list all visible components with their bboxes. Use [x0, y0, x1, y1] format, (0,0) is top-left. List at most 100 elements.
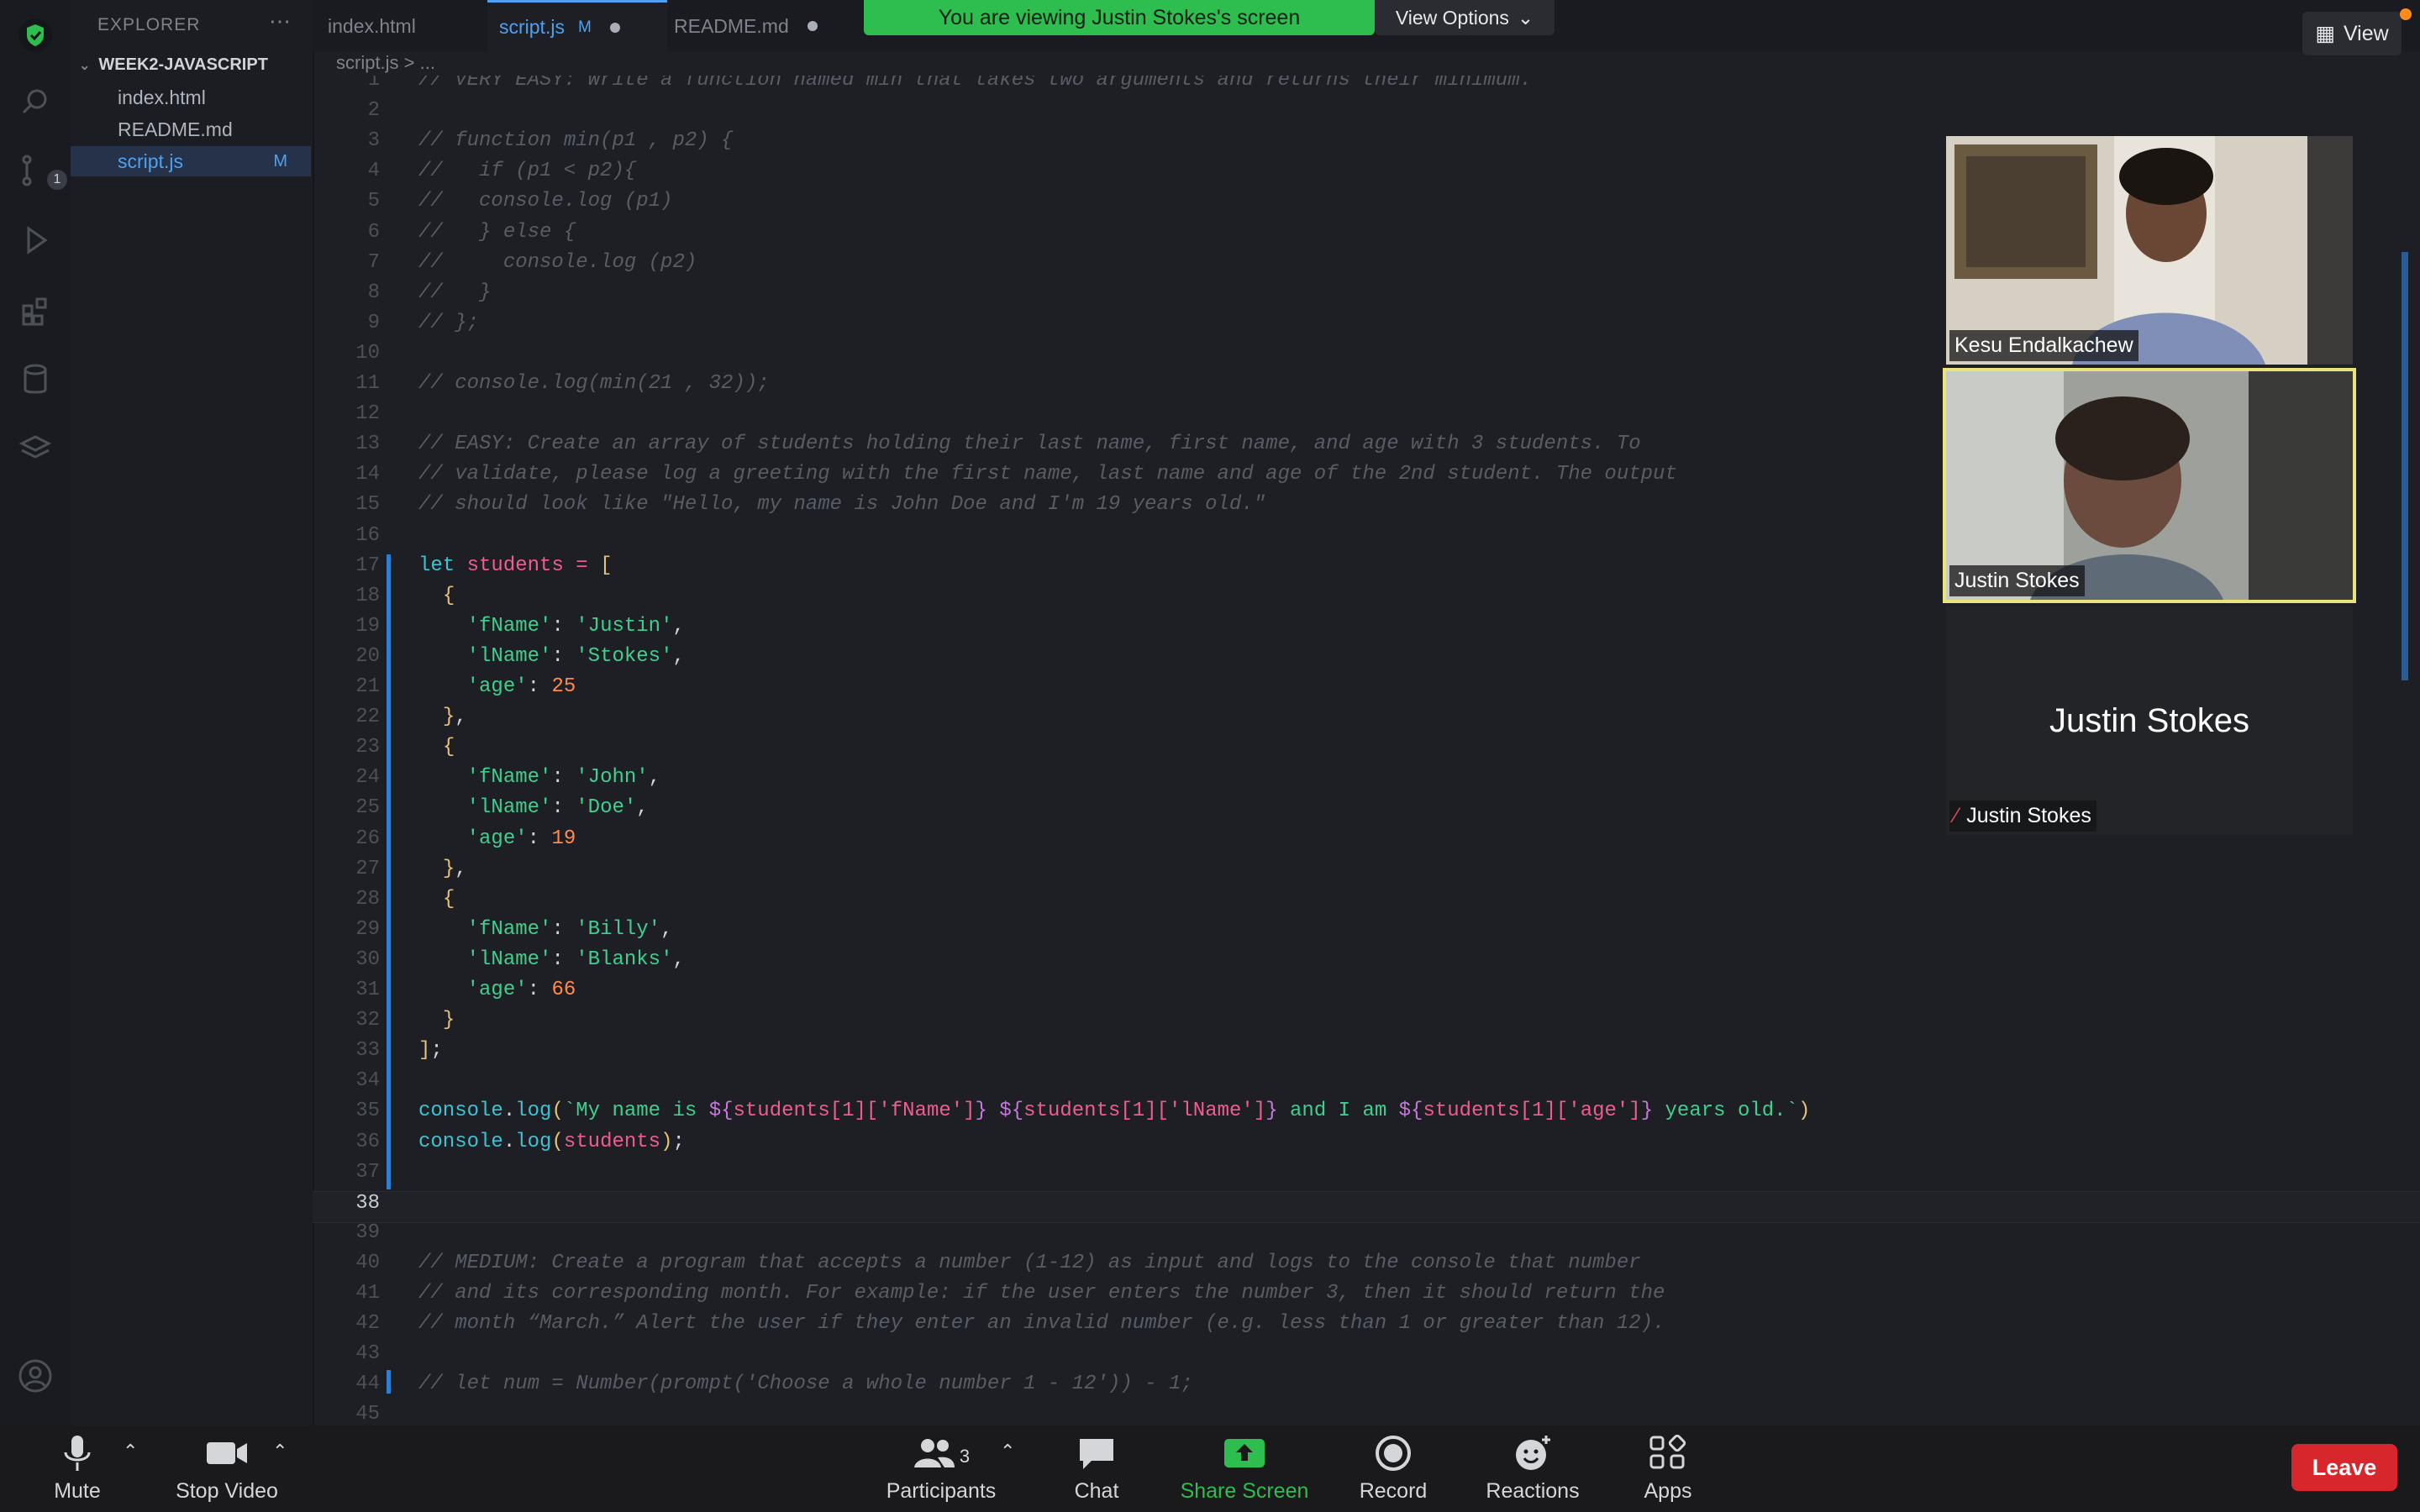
shield-logo-icon[interactable] [15, 15, 55, 55]
apps-label: Apps [1644, 1479, 1692, 1503]
line-number: 29 [355, 918, 380, 941]
code-text: console.log(students); [418, 1131, 685, 1153]
code-line[interactable]: 2 [313, 99, 2420, 129]
file-label: index.html [118, 86, 206, 108]
line-number: 42 [355, 1312, 380, 1335]
code-line[interactable]: 32 } [313, 1009, 2420, 1039]
line-number: 37 [355, 1161, 380, 1184]
record-icon [1376, 1436, 1411, 1471]
code-line[interactable]: 35 console.log(`My name is ${students[1][… [313, 1100, 2420, 1130]
modified-badge: M [577, 18, 592, 36]
line-number: 39 [355, 1221, 380, 1244]
code-text: }, [442, 858, 467, 880]
view-options-label: View Options [1395, 6, 1509, 29]
line-number: 31 [355, 979, 380, 1001]
run-debug-icon[interactable] [15, 220, 55, 260]
chat-button[interactable]: Chat [1067, 1434, 1126, 1508]
code-text: // should look like "Hello, my name is J… [418, 493, 1266, 516]
view-button[interactable]: ▦ View [2302, 12, 2402, 55]
breadcrumb[interactable]: script.js > ... [336, 52, 435, 74]
code-line[interactable]: 40 // MEDIUM: Create a program that accep… [313, 1252, 2420, 1282]
code-line[interactable]: 31 'age': 66 [313, 979, 2420, 1009]
participants-count: 3 [959, 1446, 971, 1467]
audio-options-chevron-icon[interactable]: ⌃ [123, 1441, 138, 1462]
apps-button[interactable]: Apps [1635, 1434, 1701, 1508]
code-line[interactable]: 29 'fName': 'Billy', [313, 918, 2420, 948]
tab-script-js[interactable]: script.js M [487, 0, 667, 52]
line-number: 13 [355, 433, 380, 455]
notification-dot-icon [2400, 8, 2412, 20]
code-line[interactable]: 38 [313, 1191, 2420, 1223]
code-line[interactable]: 28 { [313, 888, 2420, 918]
code-text: console.log(`My name is ${students[1]['f… [418, 1100, 1811, 1122]
record-button[interactable]: Record [1353, 1434, 1434, 1508]
participants-label: Participants [886, 1479, 997, 1503]
code-text: // function min(p1 , p2) { [418, 129, 734, 152]
code-line[interactable]: 36 console.log(students); [313, 1131, 2420, 1161]
line-number: 10 [355, 342, 380, 365]
meeting-toolbar: Mute ⌃ Stop Video ⌃ 3 Participants ⌃ Cha… [0, 1425, 2420, 1512]
account-icon[interactable] [15, 1356, 55, 1396]
participants-options-chevron-icon[interactable]: ⌃ [1000, 1441, 1015, 1462]
code-line[interactable]: 37 [313, 1161, 2420, 1191]
file-index-html[interactable]: index.html [71, 82, 311, 113]
database-icon[interactable] [15, 360, 55, 400]
video-options-chevron-icon[interactable]: ⌃ [272, 1441, 287, 1462]
apps-icon [1649, 1434, 1686, 1469]
code-line[interactable]: 30 'lName': 'Blanks', [313, 948, 2420, 979]
modified-badge: M [273, 151, 287, 171]
participant-name-with-mute: ⁄ Justin Stokes [1949, 801, 2096, 832]
line-number: 40 [355, 1252, 380, 1274]
code-line[interactable]: 39 [313, 1221, 2420, 1252]
mute-button[interactable]: Mute [34, 1434, 121, 1508]
code-text: // EASY: Create an array of students hol… [418, 433, 1641, 455]
code-text: // } else { [418, 221, 576, 244]
editor-scrollbar[interactable] [2402, 252, 2408, 680]
code-line[interactable]: 41 // and its corresponding month. For ex… [313, 1282, 2420, 1312]
code-line[interactable]: 43 [313, 1342, 2420, 1373]
line-number: 20 [355, 645, 380, 668]
share-screen-button[interactable]: Share Screen [1173, 1434, 1316, 1508]
line-number: 12 [355, 402, 380, 425]
code-line[interactable]: 27 }, [313, 858, 2420, 888]
chat-label: Chat [1074, 1479, 1119, 1503]
code-line[interactable]: 45 [313, 1403, 2420, 1425]
code-text: ]; [418, 1039, 443, 1062]
video-camera-icon [207, 1442, 247, 1464]
layers-icon[interactable] [15, 428, 55, 469]
tab-index-html[interactable]: index.html [328, 0, 496, 52]
file-readme-md[interactable]: README.md [71, 114, 311, 144]
mute-label: Mute [54, 1479, 101, 1503]
code-line[interactable]: 33]; [313, 1039, 2420, 1069]
line-number: 14 [355, 463, 380, 486]
view-options-button[interactable]: View Options ⌄ [1375, 0, 1555, 35]
code-line[interactable]: 1 // VERY EASY: Write a function named mi… [313, 76, 2420, 99]
search-icon[interactable] [15, 82, 55, 123]
source-control-icon[interactable]: 1 [15, 151, 67, 192]
more-actions-icon[interactable]: ⋯ [269, 8, 291, 34]
code-text: // let num = Number(prompt('Choose a who… [418, 1373, 1193, 1395]
code-line[interactable]: 34 [313, 1069, 2420, 1100]
participant-tile[interactable]: Justin Stokes ⁄ Justin Stokes [1946, 606, 2353, 835]
extensions-icon[interactable] [15, 291, 55, 331]
code-text: { [442, 888, 455, 911]
leave-button[interactable]: Leave [2291, 1444, 2397, 1491]
code-text: let students = [ [418, 554, 613, 577]
line-number: 6 [367, 221, 380, 244]
line-number: 9 [367, 312, 380, 334]
code-line[interactable]: 44 // let num = Number(prompt('Choose a w… [313, 1373, 2420, 1403]
stop-video-button[interactable]: Stop Video [165, 1434, 289, 1508]
tab-readme-md[interactable]: README.md [674, 0, 842, 52]
unsaved-dot-icon[interactable] [807, 21, 818, 31]
participant-tile-active-speaker[interactable]: Justin Stokes [1943, 368, 2356, 603]
participants-button[interactable]: 3 Participants [874, 1434, 1008, 1508]
participant-tile[interactable]: Kesu Endalkachew [1946, 136, 2353, 365]
file-script-js[interactable]: script.js M [71, 146, 311, 176]
code-line[interactable]: 42 // month “March.” Alert the user if th… [313, 1312, 2420, 1342]
line-number: 18 [355, 585, 380, 607]
unsaved-dot-icon[interactable] [609, 22, 620, 33]
line-number: 33 [355, 1039, 380, 1062]
line-number: 45 [355, 1403, 380, 1425]
reactions-button[interactable]: Reactions [1481, 1434, 1585, 1508]
folder-week2-javascript[interactable]: ⌄ WEEK2-JAVASCRIPT [79, 55, 268, 75]
